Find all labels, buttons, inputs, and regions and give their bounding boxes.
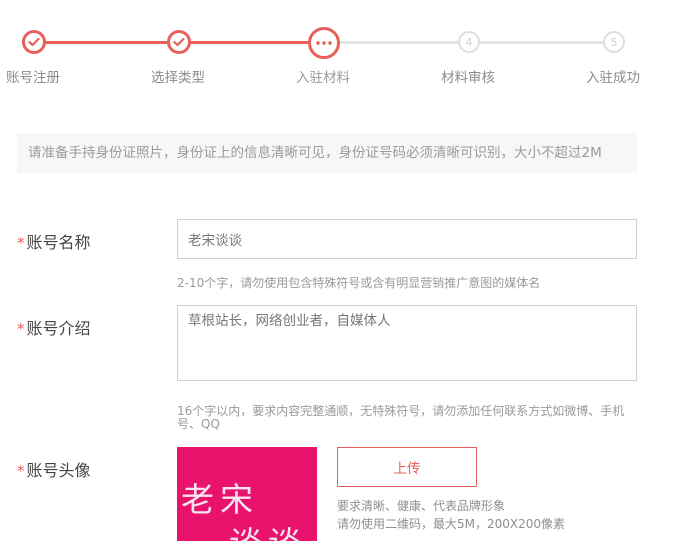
- avatar-preview: 老宋 谈谈: [177, 447, 317, 541]
- account-name-hint: 2-10个字，请勿使用包含特殊符号或含有明显营销推广意图的媒体名: [177, 276, 541, 290]
- required-mark: *: [17, 234, 25, 252]
- check-icon: [28, 37, 40, 47]
- account-name-label: * 账号名称: [17, 229, 91, 253]
- account-avatar-label-text: 账号头像: [26, 461, 91, 480]
- requirements-notice: 请准备手持身份证照片，身份证上的信息清晰可见，身份证号码必须清晰可识别，大小不超…: [17, 133, 637, 173]
- avatar-text-line1: 老宋: [181, 480, 259, 519]
- step-2-label: 选择类型: [151, 70, 205, 86]
- step-3-indicator: [308, 27, 340, 59]
- account-intro-hint: 16个字以内，要求内容完整通顺，无特殊符号，请勿添加任何联系方式如微博、手机号、…: [177, 404, 625, 431]
- step-connector-4: [469, 41, 614, 44]
- step-5-indicator: 5: [603, 31, 625, 53]
- account-intro-label-text: 账号介绍: [26, 319, 91, 338]
- step-1-label: 账号注册: [6, 70, 60, 86]
- account-avatar-label: * 账号头像: [17, 457, 91, 481]
- avatar-hint-line2: 请勿使用二维码，最大5M，200X200像素: [337, 517, 566, 531]
- progress-stepper: 4 5 账号注册 选择类型 入驻材料 材料审核 入驻成功: [0, 0, 685, 100]
- required-mark: *: [17, 462, 25, 480]
- account-intro-label: * 账号介绍: [17, 315, 91, 339]
- step-2-indicator: [167, 30, 191, 54]
- step-5-label: 入驻成功: [586, 70, 640, 86]
- step-4-indicator: 4: [458, 31, 480, 53]
- step-4-label: 材料审核: [441, 70, 495, 86]
- step-1-indicator: [22, 30, 46, 54]
- upload-button[interactable]: 上传: [337, 447, 477, 487]
- avatar-text-line2: 谈谈: [229, 517, 307, 541]
- avatar-hint-line1: 要求清晰、健康、代表品牌形象: [337, 499, 506, 513]
- ellipsis-icon: [316, 41, 332, 45]
- step-connector-3: [324, 41, 469, 44]
- step-3-label: 入驻材料: [296, 70, 350, 86]
- account-name-label-text: 账号名称: [26, 233, 91, 252]
- account-name-input[interactable]: [177, 219, 637, 259]
- required-mark: *: [17, 320, 25, 338]
- step-connector-1: [34, 41, 179, 44]
- check-icon: [173, 37, 185, 47]
- step-connector-2: [179, 41, 324, 44]
- account-intro-textarea[interactable]: 草根站长，网络创业者，自媒体人: [177, 305, 637, 381]
